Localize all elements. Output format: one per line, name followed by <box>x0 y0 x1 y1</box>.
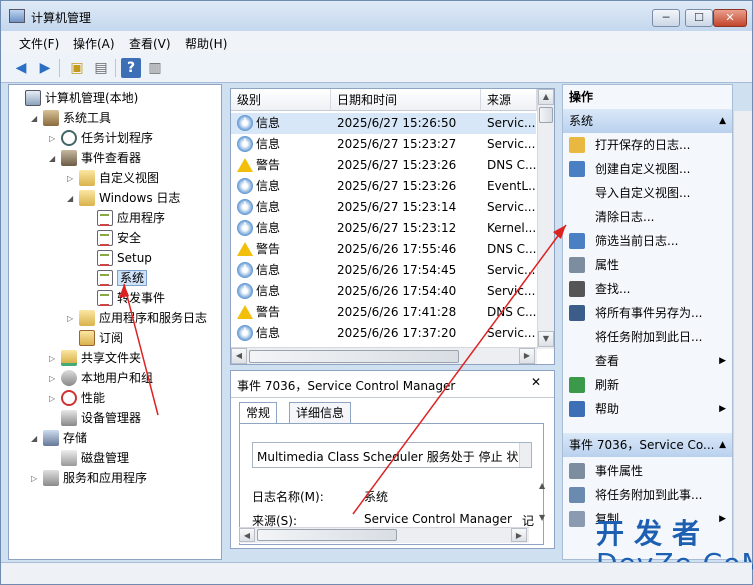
computer-management-window: 计算机管理 ─ ☐ ✕ 文件(F) 操作(A) 查看(V) 帮助(H) ◀ ▶ … <box>0 0 753 585</box>
status-bar <box>1 562 752 584</box>
annotation-arrows <box>119 224 567 515</box>
watermark-line1: 开发者 <box>596 517 711 550</box>
